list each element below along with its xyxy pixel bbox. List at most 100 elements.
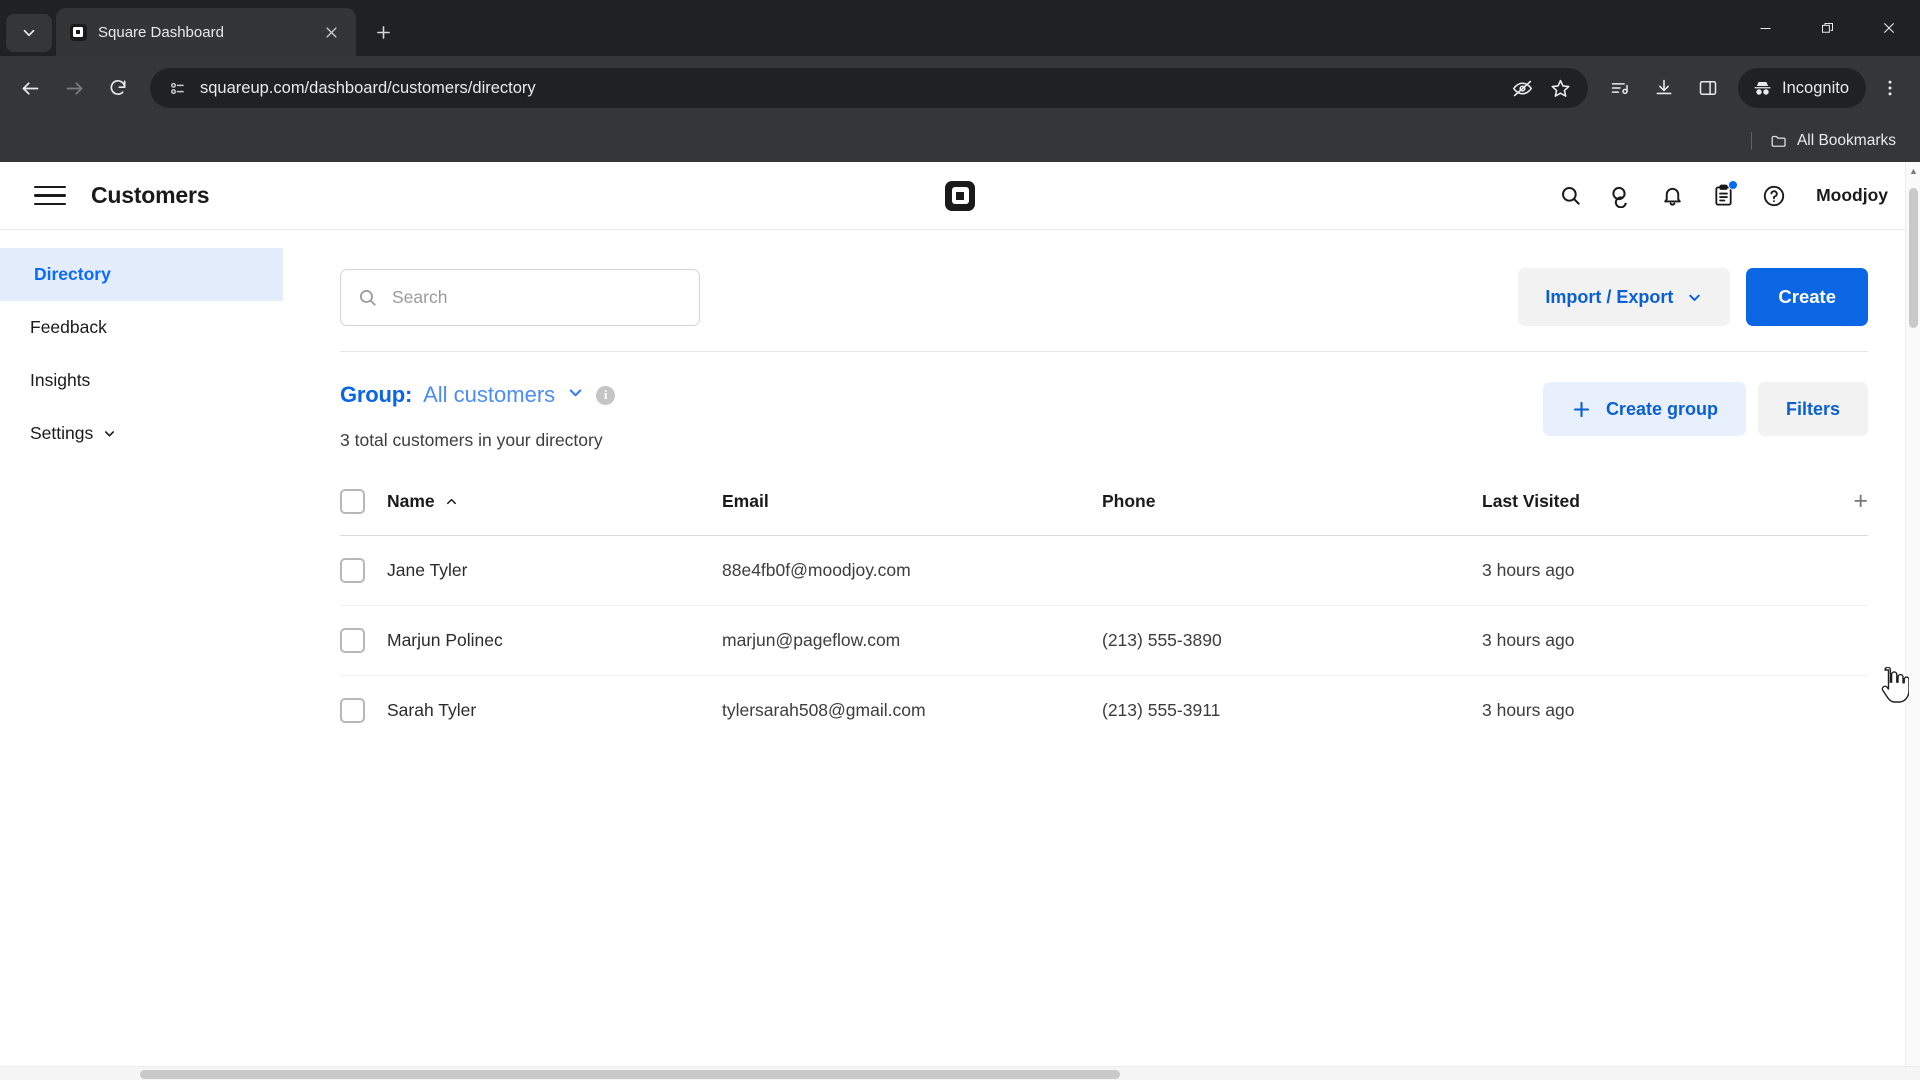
back-arrow-icon[interactable] — [10, 68, 50, 108]
eye-off-icon[interactable] — [1506, 72, 1538, 104]
sidebar-item-label: Settings — [30, 423, 94, 443]
column-label: Last Visited — [1482, 491, 1580, 511]
cell-name: Marjun Polinec — [387, 605, 722, 676]
bell-icon[interactable] — [1649, 173, 1695, 219]
horizontal-scroll-thumb[interactable] — [140, 1070, 1120, 1079]
browser-tab[interactable]: Square Dashboard — [56, 8, 356, 56]
sidebar-item-insights[interactable]: Insights — [0, 354, 283, 407]
bookmarks-bar: All Bookmarks — [0, 120, 1920, 162]
create-group-button[interactable]: Create group — [1542, 382, 1746, 436]
chevron-down-icon — [102, 426, 117, 441]
group-selector[interactable]: Group: All customers i — [340, 382, 616, 408]
help-icon[interactable] — [1751, 173, 1797, 219]
vertical-scroll-thumb[interactable] — [1909, 188, 1918, 328]
incognito-icon — [1754, 81, 1771, 95]
search-icon[interactable] — [1547, 173, 1593, 219]
side-panel-icon[interactable] — [1688, 68, 1728, 108]
page-viewport: Customers Moodjoy Directory Feedback Ins… — [0, 162, 1920, 1080]
cell-name: Sarah Tyler — [387, 700, 477, 720]
star-icon[interactable] — [1544, 72, 1576, 104]
all-bookmarks-button[interactable]: All Bookmarks — [1762, 127, 1904, 155]
group-info: Group: All customers i 3 total customers… — [340, 382, 616, 451]
kebab-menu-icon[interactable] — [1870, 68, 1910, 108]
select-all-checkbox[interactable] — [340, 489, 365, 514]
import-export-button[interactable]: Import / Export — [1518, 268, 1731, 326]
close-window-button[interactable] — [1858, 0, 1920, 56]
cell-last-visited: 3 hours ago — [1482, 535, 1828, 606]
messages-icon[interactable] — [1598, 173, 1644, 219]
minimize-button[interactable] — [1734, 0, 1796, 56]
chevron-down-icon[interactable] — [566, 383, 585, 407]
all-bookmarks-label: All Bookmarks — [1796, 132, 1896, 149]
row-checkbox[interactable] — [340, 698, 365, 723]
search-input[interactable] — [392, 286, 683, 308]
sidebar-item-label: Directory — [34, 264, 111, 284]
add-column-button[interactable]: + — [1828, 489, 1868, 514]
create-button[interactable]: Create — [1746, 268, 1868, 326]
table-row[interactable]: Sarah Tyler tylersarah508@gmail.com (213… — [340, 676, 1868, 746]
filters-button[interactable]: Filters — [1757, 382, 1868, 436]
search-input-wrapper[interactable] — [340, 268, 700, 326]
new-tab-button[interactable] — [366, 15, 400, 49]
sidebar-item-directory[interactable]: Directory — [0, 248, 283, 301]
clipboard-icon[interactable] — [1700, 173, 1746, 219]
info-icon[interactable]: i — [596, 385, 616, 405]
cell-email: tylersarah508@gmail.com — [722, 700, 926, 720]
maximize-restore-button[interactable] — [1796, 0, 1858, 56]
main-content: Import / Export Create Group: All custom… — [283, 230, 1920, 1080]
vertical-scrollbar[interactable]: ▲ — [1905, 162, 1920, 1066]
cell-phone: (213) 555-3890 — [1102, 605, 1482, 676]
cell-spacer — [1828, 535, 1868, 606]
row-checkbox[interactable] — [340, 558, 365, 583]
table-row[interactable]: Jane Tyler 88e4fb0f@moodjoy.com 3 hours … — [340, 535, 1868, 606]
column-label: Phone — [1102, 491, 1156, 511]
cell-spacer — [1828, 676, 1868, 746]
browser-toolbar: squareup.com/dashboard/customers/directo… — [0, 56, 1920, 120]
incognito-indicator[interactable]: Incognito — [1738, 68, 1866, 108]
tab-search-button[interactable] — [6, 14, 52, 52]
plus-icon — [1573, 401, 1590, 417]
search-icon — [359, 289, 376, 306]
select-all-header — [340, 479, 387, 536]
forward-arrow-icon[interactable] — [54, 68, 94, 108]
page-body: Directory Feedback Insights Settings Sea… — [0, 230, 1920, 1080]
page-info-icon[interactable] — [166, 77, 188, 99]
sidebar: Directory Feedback Insights Settings — [0, 230, 283, 1080]
column-header-name[interactable]: Name — [387, 479, 722, 536]
group-label: Group: — [340, 382, 413, 407]
cell-phone — [1102, 535, 1482, 606]
square-logo-icon — [945, 180, 975, 211]
omnibox-actions — [1506, 72, 1576, 104]
account-name[interactable]: Moodjoy — [1816, 185, 1888, 206]
table-row[interactable]: Marjun Polinec marjun@pageflow.com (213)… — [340, 605, 1868, 676]
tab-title: Square Dashboard — [98, 23, 224, 41]
sidebar-item-feedback[interactable]: Feedback — [0, 301, 283, 354]
download-icon[interactable] — [1644, 68, 1684, 108]
address-bar[interactable]: squareup.com/dashboard/customers/directo… — [150, 68, 1589, 108]
cell-name: Jane Tyler — [387, 535, 722, 606]
incognito-label: Incognito — [1782, 78, 1849, 97]
hamburger-menu-icon[interactable] — [30, 176, 70, 216]
column-header-email[interactable]: Email — [722, 479, 1102, 536]
media-control-icon[interactable] — [1600, 68, 1640, 108]
cell-spacer — [1828, 605, 1868, 676]
create-group-label: Create group — [1605, 398, 1718, 419]
close-icon[interactable] — [318, 19, 344, 45]
toolbar-actions: Import / Export Create — [1518, 268, 1900, 326]
scroll-up-arrow[interactable]: ▲ — [1906, 166, 1920, 176]
row-checkbox[interactable] — [340, 628, 365, 653]
column-label: Name — [387, 491, 435, 511]
horizontal-scrollbar[interactable] — [0, 1066, 1920, 1080]
browser-window: Square Dashboard squareup.com/dashboard/… — [0, 0, 1920, 1080]
column-header-phone[interactable]: Phone — [1102, 479, 1482, 536]
import-export-label: Import / Export — [1545, 286, 1674, 307]
reload-icon[interactable] — [98, 68, 138, 108]
table-header-row: Name Email Phone Last Visited + — [340, 479, 1868, 536]
row-select-cell — [340, 676, 387, 746]
bookmark-divider — [1750, 132, 1752, 150]
folder-icon — [1771, 135, 1786, 147]
column-header-last-visited[interactable]: Last Visited — [1482, 479, 1828, 536]
group-actions: Create group Filters — [1542, 382, 1900, 436]
header-actions: Moodjoy — [1547, 173, 1920, 219]
sidebar-item-settings[interactable]: Settings — [0, 407, 283, 460]
